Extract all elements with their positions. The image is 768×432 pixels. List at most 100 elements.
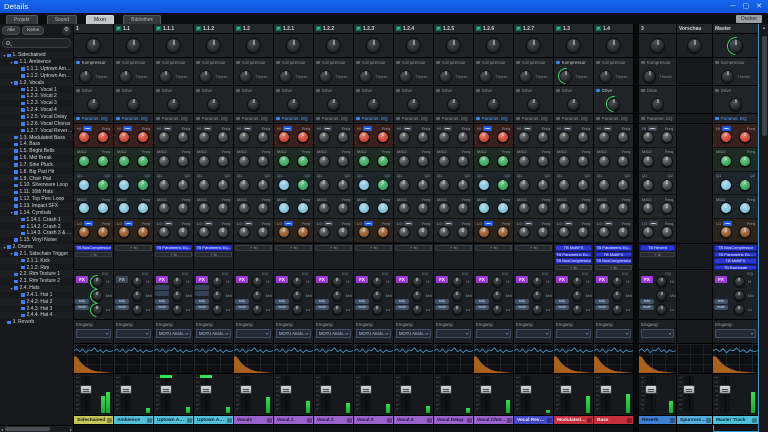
pan-knob[interactable] bbox=[406, 38, 421, 53]
eq-knob[interactable] bbox=[598, 155, 610, 167]
track-name-label[interactable]: Ambience bbox=[114, 416, 153, 425]
eq-knob[interactable] bbox=[217, 131, 229, 143]
solo-button[interactable]: solo bbox=[75, 299, 89, 304]
solo-button[interactable]: solo bbox=[395, 299, 409, 304]
tree-item[interactable]: 1.14.2. Crash 2 bbox=[0, 223, 73, 230]
eq-knob[interactable] bbox=[78, 131, 90, 143]
power-icon[interactable] bbox=[356, 89, 360, 93]
eq-knob[interactable] bbox=[598, 202, 610, 214]
shelf-curve-icon[interactable] bbox=[722, 126, 731, 131]
eq-knob[interactable] bbox=[661, 226, 673, 238]
fader-handle[interactable] bbox=[320, 385, 332, 394]
eq-knob[interactable] bbox=[118, 179, 130, 191]
eq-knob[interactable] bbox=[558, 226, 570, 238]
channel-eq-knob[interactable] bbox=[412, 276, 423, 287]
scroll-left-icon[interactable]: ◂ bbox=[1, 427, 3, 432]
eq-knob[interactable] bbox=[577, 179, 589, 191]
power-icon[interactable] bbox=[196, 89, 200, 93]
eq-knob[interactable] bbox=[217, 179, 229, 191]
channel-checkbox[interactable] bbox=[436, 26, 441, 31]
add-fx-slot[interactable]: + fx bbox=[115, 245, 152, 251]
tree-item[interactable]: 1.9. Choir Pad bbox=[0, 175, 73, 182]
drive-knob[interactable] bbox=[447, 98, 460, 111]
power-icon[interactable] bbox=[516, 117, 520, 121]
eq-knob[interactable] bbox=[358, 226, 370, 238]
eq-knob[interactable] bbox=[537, 131, 549, 143]
tree-item[interactable]: 1.2.5. Vocal Delay bbox=[0, 114, 73, 121]
channel-eq-knob[interactable] bbox=[372, 304, 383, 315]
tab-bibliothek[interactable]: Bibliothek bbox=[123, 15, 161, 24]
eq-knob[interactable] bbox=[457, 179, 469, 191]
eq-knob[interactable] bbox=[720, 179, 732, 191]
channel-eq-knob[interactable] bbox=[532, 290, 543, 301]
channel-eq-knob[interactable] bbox=[492, 304, 503, 315]
eq-knob[interactable] bbox=[642, 155, 654, 167]
pan-knob[interactable] bbox=[526, 38, 541, 53]
fader-handle[interactable] bbox=[719, 385, 731, 394]
fx-enable-button[interactable]: FX bbox=[641, 276, 653, 283]
eq-knob[interactable] bbox=[158, 155, 170, 167]
mute-button[interactable]: mute bbox=[555, 305, 569, 310]
shelf-curve-icon[interactable] bbox=[404, 221, 413, 226]
channel-checkbox[interactable] bbox=[556, 26, 561, 31]
tree-item[interactable]: ▾2. Drums bbox=[0, 244, 73, 251]
add-fx-slot[interactable]: + fx bbox=[355, 245, 392, 251]
eq-knob[interactable] bbox=[217, 202, 229, 214]
track-name-label[interactable]: Master Track bbox=[713, 416, 758, 425]
power-icon[interactable] bbox=[516, 61, 520, 65]
scroll-up-icon[interactable]: ▴ bbox=[763, 24, 766, 32]
pan-knob[interactable] bbox=[606, 38, 621, 53]
eq-knob[interactable] bbox=[297, 179, 309, 191]
power-icon[interactable] bbox=[196, 61, 200, 65]
eq-knob[interactable] bbox=[642, 226, 654, 238]
eq-knob[interactable] bbox=[398, 202, 410, 214]
power-icon[interactable] bbox=[641, 117, 645, 121]
mute-button[interactable]: mute bbox=[315, 305, 329, 310]
eq-knob[interactable] bbox=[318, 155, 330, 167]
channel-checkbox[interactable] bbox=[316, 26, 321, 31]
channel-eq-knob[interactable] bbox=[252, 276, 263, 287]
track-name-label[interactable]: Uptown Ambience bbox=[194, 416, 233, 425]
channel-eq-knob[interactable] bbox=[292, 276, 303, 287]
channel-checkbox[interactable] bbox=[116, 26, 121, 31]
tree-item[interactable]: 1.3. Modulated Bass bbox=[0, 134, 73, 141]
eq-knob[interactable] bbox=[217, 155, 229, 167]
power-icon[interactable] bbox=[116, 117, 120, 121]
solo-button[interactable]: solo bbox=[275, 299, 289, 304]
channel-eq-knob[interactable] bbox=[132, 290, 143, 301]
add-fx-slot[interactable]: + fx bbox=[315, 245, 352, 251]
channel-eq-knob[interactable] bbox=[612, 304, 623, 315]
eq-knob[interactable] bbox=[337, 202, 349, 214]
channel-eq-knob[interactable] bbox=[734, 304, 745, 315]
eq-knob[interactable] bbox=[278, 155, 290, 167]
power-icon[interactable] bbox=[476, 61, 480, 65]
eq-knob[interactable] bbox=[617, 131, 629, 143]
channel-eq-knob[interactable] bbox=[572, 304, 583, 315]
channel-eq-knob[interactable] bbox=[412, 304, 423, 315]
fx-enable-button[interactable]: FX bbox=[196, 276, 208, 283]
add-fx-slot[interactable]: + fx bbox=[475, 245, 512, 251]
tree-item[interactable]: ▾1.14. Cymbals bbox=[0, 209, 73, 216]
power-icon[interactable] bbox=[76, 61, 80, 65]
select-all-button[interactable]: Alle bbox=[2, 26, 20, 35]
eq-knob[interactable] bbox=[518, 155, 530, 167]
input-select[interactable]: MOTU Analo...▾ bbox=[356, 329, 391, 338]
channel-eq-knob[interactable] bbox=[452, 290, 463, 301]
shelf-curve-icon[interactable] bbox=[283, 126, 292, 131]
threshold-knob[interactable] bbox=[643, 70, 656, 83]
fader-handle[interactable] bbox=[360, 385, 372, 394]
shelf-curve-icon[interactable] bbox=[483, 126, 492, 131]
channel-eq-knob[interactable] bbox=[332, 276, 343, 287]
add-fx-slot[interactable]: + fx bbox=[275, 245, 312, 251]
channel-eq-knob[interactable] bbox=[212, 290, 223, 301]
solo-button[interactable]: solo bbox=[714, 299, 728, 304]
eq-knob[interactable] bbox=[257, 155, 269, 167]
tree-item[interactable]: 1.6. Mid Break bbox=[0, 155, 73, 162]
solo-button[interactable]: solo bbox=[515, 299, 529, 304]
eq-knob[interactable] bbox=[318, 226, 330, 238]
shelf-curve-icon[interactable] bbox=[364, 221, 373, 226]
track-name-label[interactable]: Spurvorschau bbox=[677, 416, 712, 425]
shelf-curve-icon[interactable] bbox=[203, 126, 212, 131]
tree-item[interactable]: 1.15. Vinyl Noise bbox=[0, 237, 73, 244]
eq-knob[interactable] bbox=[337, 226, 349, 238]
